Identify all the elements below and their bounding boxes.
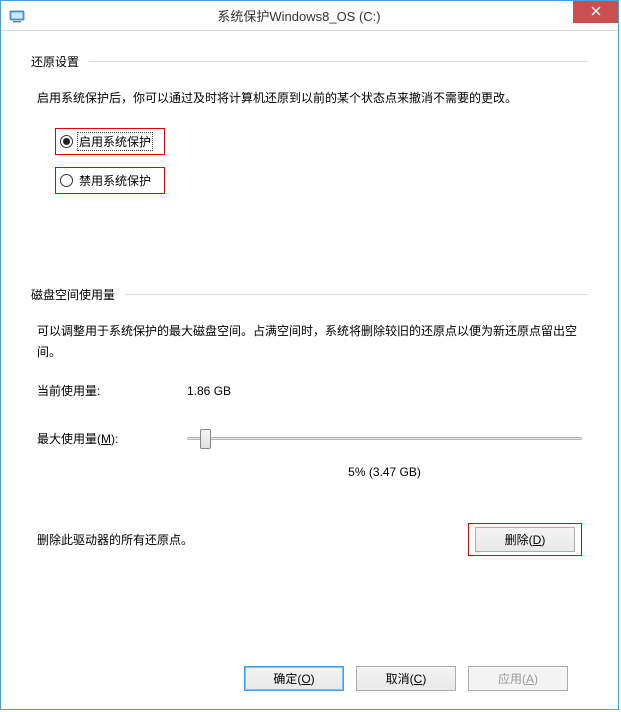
section-header-disk: 磁盘空间使用量 <box>31 286 588 303</box>
delete-button-highlight: 删除(D) <box>468 523 582 556</box>
delete-description: 删除此驱动器的所有还原点。 <box>37 531 468 548</box>
max-usage-row: 最大使用量(M): <box>37 425 582 451</box>
slider-thumb[interactable] <box>200 429 211 449</box>
radio-disable-protection[interactable]: 禁用系统保护 <box>55 167 165 194</box>
current-usage-label: 当前使用量: <box>37 382 187 399</box>
radio-label-disable: 禁用系统保护 <box>77 171 153 190</box>
close-button[interactable] <box>573 1 618 23</box>
current-usage-value: 1.86 GB <box>187 384 231 398</box>
radio-label-enable: 启用系统保护 <box>77 132 153 151</box>
current-usage-row: 当前使用量: 1.86 GB <box>37 382 582 399</box>
delete-row: 删除此驱动器的所有还原点。 删除(D) <box>37 523 582 556</box>
divider <box>89 61 588 62</box>
slider-track <box>187 437 582 440</box>
restore-description: 启用系统保护后，你可以通过及时将计算机还原到以前的某个状态点来撤消不需要的更改。 <box>37 88 582 108</box>
apply-button: 应用(A) <box>468 666 568 691</box>
window-title: 系统保护Windows8_OS (C:) <box>25 6 573 25</box>
delete-button[interactable]: 删除(D) <box>475 527 575 552</box>
system-icon <box>9 8 25 24</box>
titlebar: 系统保护Windows8_OS (C:) <box>1 1 618 31</box>
disk-description: 可以调整用于系统保护的最大磁盘空间。占满空间时，系统将删除较旧的还原点以便为新还… <box>37 321 582 362</box>
cancel-button[interactable]: 取消(C) <box>356 666 456 691</box>
dialog-content: 还原设置 启用系统保护后，你可以通过及时将计算机还原到以前的某个状态点来撤消不需… <box>1 31 618 709</box>
section-title-disk: 磁盘空间使用量 <box>31 286 125 303</box>
dialog-footer: 确定(O) 取消(C) 应用(A) <box>31 652 588 709</box>
radio-enable-protection[interactable]: 启用系统保护 <box>55 128 165 155</box>
protection-radio-group: 启用系统保护 禁用系统保护 <box>55 128 588 206</box>
divider <box>125 294 588 295</box>
slider-value: 5% (3.47 GB) <box>181 465 588 479</box>
max-usage-label: 最大使用量(M): <box>37 430 187 447</box>
radio-icon <box>60 174 73 187</box>
ok-button[interactable]: 确定(O) <box>244 666 344 691</box>
section-title-restore: 还原设置 <box>31 53 89 70</box>
system-protection-dialog: 系统保护Windows8_OS (C:) 还原设置 启用系统保护后，你可以通过及… <box>0 0 619 710</box>
radio-icon <box>60 135 73 148</box>
section-header-restore: 还原设置 <box>31 53 588 70</box>
close-icon <box>591 5 601 19</box>
max-usage-slider[interactable] <box>187 425 582 451</box>
